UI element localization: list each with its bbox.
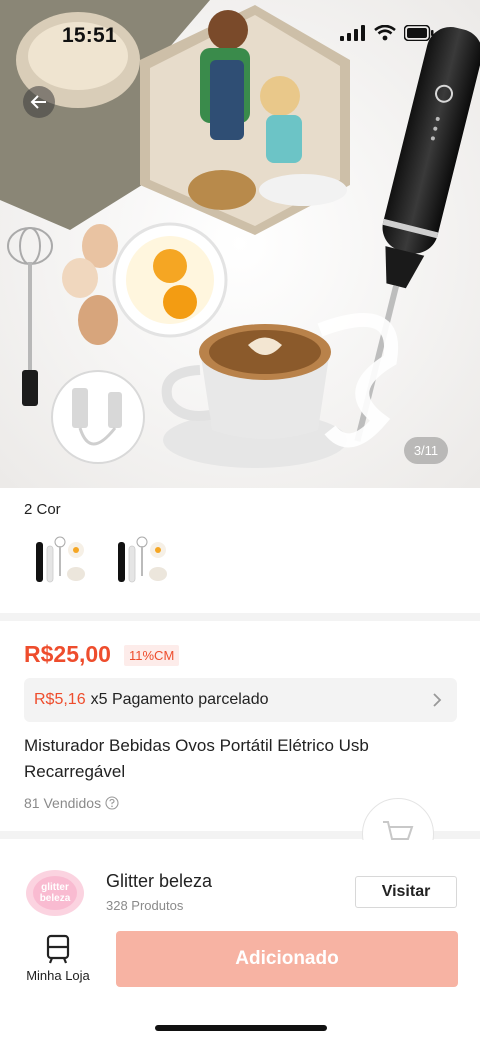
installment-row[interactable]: R$5,16 x5 Pagamento parcelado (24, 678, 457, 722)
section-divider (0, 613, 480, 621)
variant-section: 2 Cor (0, 488, 480, 613)
discount-badge: 11%CM (124, 645, 180, 666)
product-title: Misturador Bebidas Ovos Portátil Elétric… (24, 736, 369, 781)
store-icon (46, 934, 70, 964)
store-section: glitter beleza Glitter beleza 328 Produt… (0, 840, 480, 930)
variant-option-2[interactable] (112, 528, 174, 590)
visit-store-button[interactable]: Visitar (355, 876, 457, 908)
variant-thumbnail (30, 528, 92, 590)
variant-thumbnail (112, 528, 174, 590)
signal-icon (340, 25, 365, 41)
sold-count: 81 Vendidos (24, 795, 119, 811)
wifi-icon (374, 25, 396, 41)
store-logo-text-2: beleza (40, 893, 71, 904)
battery-icon (404, 25, 434, 41)
status-bar: 15:51 (0, 0, 480, 70)
product-page: 15:51 3/11 2 Cor R$25,00 11%CM R$5,16 x5… (0, 0, 480, 1042)
chevron-right-icon (433, 693, 442, 707)
sold-count-text: 81 Vendidos (24, 795, 102, 811)
product-price: R$25,00 (24, 641, 111, 667)
installment-text: x5 Pagamento parcelado (90, 691, 269, 708)
home-indicator (155, 1025, 327, 1031)
variant-label: 2 Cor (24, 501, 61, 518)
installment-amount: R$5,16 (34, 691, 86, 708)
bottom-action-bar: Minha Loja Adicionado (0, 930, 480, 1042)
product-image-gallery[interactable]: 15:51 3/11 (0, 0, 480, 488)
back-button[interactable] (23, 86, 55, 118)
question-icon[interactable] (105, 796, 119, 810)
status-icons (340, 25, 434, 41)
product-image (0, 0, 480, 488)
variant-option-1[interactable] (30, 528, 92, 590)
store-product-count: 328 Produtos (106, 898, 184, 913)
store-name[interactable]: Glitter beleza (106, 871, 212, 892)
store-logo[interactable]: glitter beleza (24, 868, 86, 918)
my-store-button[interactable]: Minha Loja (18, 934, 98, 994)
add-to-cart-button[interactable]: Adicionado (116, 931, 458, 987)
store-logo-text-1: glitter (41, 882, 69, 893)
status-time: 15:51 (62, 24, 117, 47)
image-counter: 3/11 (404, 437, 448, 464)
arrow-left-icon (30, 95, 46, 109)
my-store-label: Minha Loja (26, 968, 90, 983)
